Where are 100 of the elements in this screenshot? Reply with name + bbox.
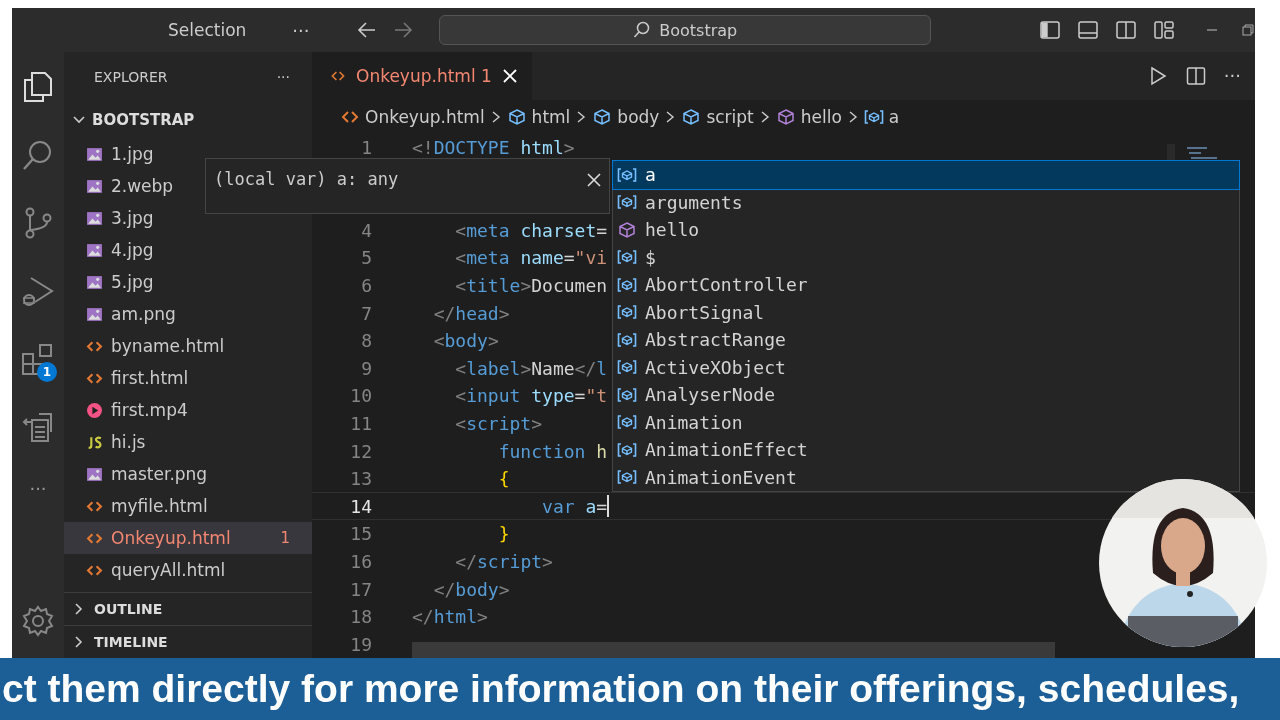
hover-tooltip: (local var) a: any bbox=[205, 158, 610, 214]
more-menu-button[interactable]: ··· bbox=[292, 19, 310, 41]
breadcrumb-item[interactable]: script bbox=[681, 106, 754, 127]
scrollbar[interactable] bbox=[412, 642, 1055, 658]
line-number: 4 bbox=[360, 219, 372, 241]
settings-icon[interactable] bbox=[21, 604, 55, 638]
chevron-right-icon bbox=[665, 109, 676, 124]
variable-icon bbox=[617, 276, 637, 293]
files-icon[interactable] bbox=[21, 70, 55, 104]
cube-icon bbox=[617, 221, 637, 238]
more-menu-button[interactable]: ··· bbox=[276, 69, 290, 85]
restore-icon[interactable] bbox=[1241, 23, 1255, 37]
editor-tab[interactable]: Onkeyup.html 1 bbox=[312, 52, 532, 100]
file-item[interactable]: queryAll.html bbox=[64, 554, 312, 586]
code-line: <script> bbox=[454, 412, 543, 434]
menu-item[interactable]: Selection bbox=[162, 16, 253, 44]
suggestion-item[interactable]: AbstractRange bbox=[613, 326, 1239, 354]
run-debug-icon[interactable] bbox=[21, 274, 55, 308]
file-item[interactable]: byname.html bbox=[64, 330, 312, 362]
line-number: 16 bbox=[349, 550, 372, 572]
breadcrumb-item[interactable]: html bbox=[506, 106, 571, 127]
breadcrumb-item[interactable]: hello bbox=[775, 106, 842, 127]
breadcrumb-item[interactable]: a bbox=[863, 106, 900, 127]
suggestion-item[interactable]: $ bbox=[613, 243, 1239, 271]
suggestion-item[interactable]: a bbox=[613, 161, 1239, 189]
line-number: 5 bbox=[360, 247, 372, 269]
clipboard-arrow-icon[interactable] bbox=[21, 410, 55, 444]
image-file-icon bbox=[86, 177, 103, 195]
suggestion-item[interactable]: ActiveXObject bbox=[613, 353, 1239, 381]
panel-layout-icon[interactable] bbox=[1077, 19, 1100, 41]
variable-icon bbox=[617, 166, 637, 183]
code-line: </head> bbox=[432, 302, 510, 324]
grid-layout-icon[interactable] bbox=[1153, 19, 1176, 41]
suggestion-item[interactable]: hello bbox=[613, 216, 1239, 244]
split-layout-icon[interactable] bbox=[1115, 19, 1138, 41]
variable-icon bbox=[617, 304, 637, 321]
line-number: 19 bbox=[349, 633, 372, 655]
line-number: 14 bbox=[349, 495, 372, 517]
image-file-icon bbox=[86, 209, 103, 227]
file-item[interactable]: first.mp4 bbox=[64, 394, 312, 426]
file-item[interactable]: 5.jpg bbox=[64, 266, 312, 298]
suggestion-item[interactable]: Animation bbox=[613, 408, 1239, 436]
file-item[interactable]: am.png bbox=[64, 298, 312, 330]
breadcrumb-item[interactable]: body bbox=[592, 106, 660, 127]
breadcrumb-item[interactable]: Onkeyup.html bbox=[340, 106, 485, 127]
line-number: 12 bbox=[349, 440, 372, 462]
code-line: } bbox=[497, 523, 510, 545]
file-item[interactable]: master.png bbox=[64, 458, 312, 490]
more-menu-button[interactable]: ··· bbox=[1223, 65, 1241, 87]
line-number: 8 bbox=[360, 330, 372, 352]
code-line: <meta name="vi bbox=[454, 247, 608, 269]
search-field[interactable]: Bootstrap bbox=[439, 15, 932, 45]
code-line: var a= bbox=[541, 495, 610, 518]
suggestion-item[interactable]: AbortSignal bbox=[613, 298, 1239, 326]
image-file-icon bbox=[86, 145, 103, 163]
extensions-icon[interactable] bbox=[21, 342, 55, 376]
code-line: { bbox=[497, 468, 510, 490]
variable-icon bbox=[617, 414, 637, 431]
file-item[interactable]: first.html bbox=[64, 362, 312, 394]
chevron-right-icon bbox=[759, 109, 770, 124]
line-number: 10 bbox=[349, 385, 372, 407]
code-brackets-icon bbox=[340, 108, 360, 125]
code-line: <input type="t bbox=[454, 385, 608, 407]
variable-icon bbox=[863, 108, 884, 125]
variable-icon bbox=[617, 359, 637, 376]
file-item[interactable]: 4.jpg bbox=[64, 234, 312, 266]
close-icon[interactable] bbox=[587, 173, 601, 187]
sidebar-layout-icon[interactable] bbox=[1039, 19, 1062, 41]
line-number: 11 bbox=[349, 412, 372, 434]
code-line: function h bbox=[497, 440, 608, 462]
suggestion-item[interactable]: AnimationEffect bbox=[613, 436, 1239, 464]
suggestion-item[interactable]: AbortController bbox=[613, 271, 1239, 299]
image-file-icon bbox=[86, 305, 103, 323]
code-line: <label>Name</l bbox=[454, 357, 608, 379]
cube-icon bbox=[681, 108, 702, 125]
line-number: 17 bbox=[349, 578, 372, 600]
split-editor-icon[interactable] bbox=[1185, 65, 1206, 86]
folder-header[interactable]: BOOTSTRAP bbox=[64, 102, 312, 138]
chevron-right-icon bbox=[490, 109, 501, 124]
variable-icon bbox=[617, 331, 637, 348]
suggestion-item[interactable]: AnimationEvent bbox=[613, 463, 1239, 491]
code-line: </html> bbox=[412, 606, 488, 628]
file-item[interactable]: Onkeyup.html 1 bbox=[64, 522, 312, 554]
line-number: 1 bbox=[360, 137, 372, 158]
file-item[interactable]: hi.js bbox=[64, 426, 312, 458]
suggestion-item[interactable]: AnalyserNode bbox=[613, 381, 1239, 409]
variable-icon bbox=[617, 441, 637, 458]
code-line: </script> bbox=[454, 550, 553, 572]
suggestion-item[interactable]: arguments bbox=[613, 188, 1239, 216]
code-line: <body> bbox=[432, 330, 499, 352]
chevron-right-icon bbox=[576, 109, 587, 124]
image-file-icon bbox=[86, 241, 103, 259]
text-cursor bbox=[607, 495, 610, 518]
line-number: 18 bbox=[349, 606, 372, 628]
image-file-icon bbox=[86, 465, 103, 483]
more-icon[interactable]: ··· bbox=[29, 478, 47, 499]
js-file-icon bbox=[86, 433, 103, 451]
file-item[interactable]: myfile.html bbox=[64, 490, 312, 522]
section-header[interactable]: OUTLINE bbox=[64, 592, 312, 625]
variable-icon bbox=[617, 469, 637, 486]
